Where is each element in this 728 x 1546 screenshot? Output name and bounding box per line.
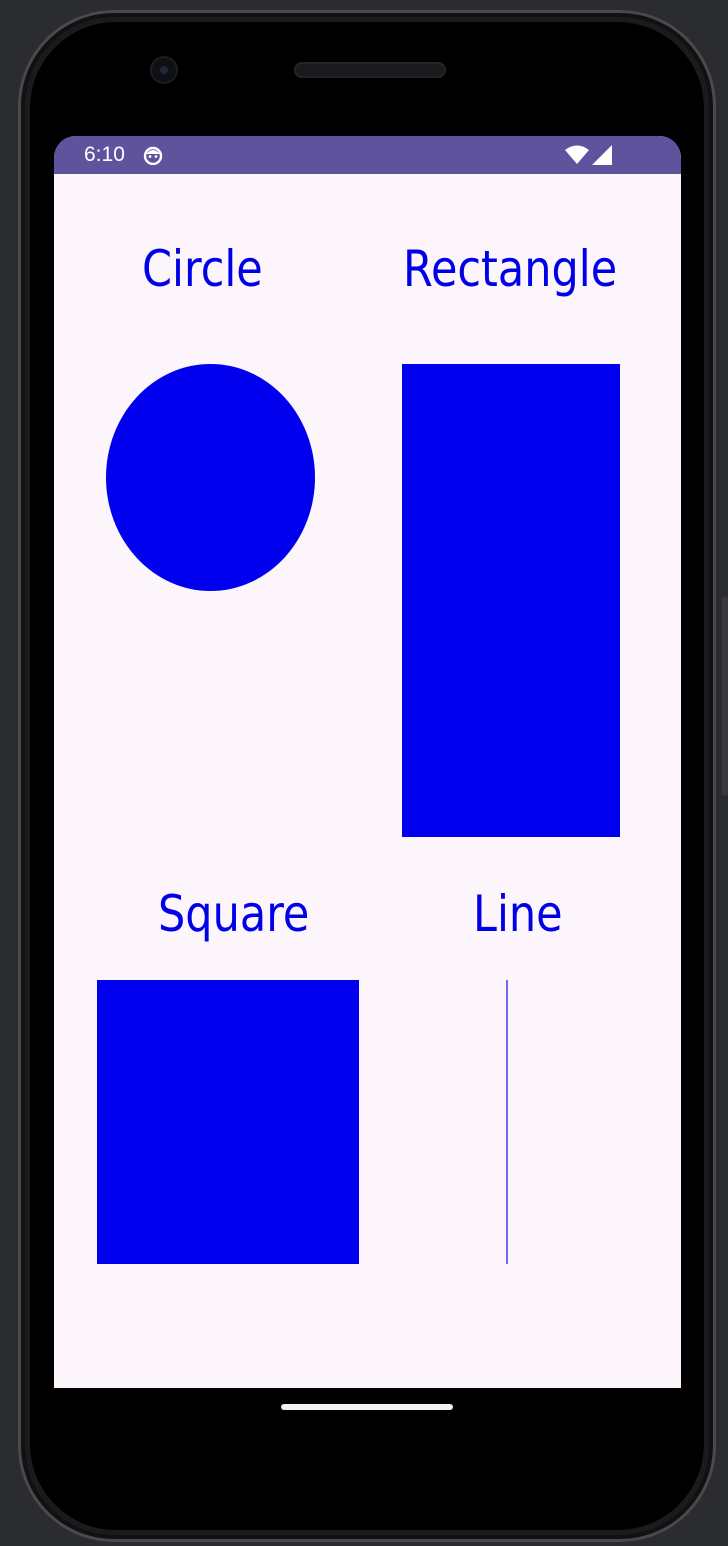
emulator-stage: 6:10 Circle Rectangle Square Line xyxy=(0,0,728,1546)
line-label: Line xyxy=(473,885,563,943)
circle-shape xyxy=(106,364,315,591)
wifi-icon xyxy=(564,145,590,165)
power-button[interactable] xyxy=(722,596,728,796)
navigation-bar xyxy=(54,1388,681,1438)
home-gesture-handle[interactable] xyxy=(281,1404,453,1410)
circle-label: Circle xyxy=(142,240,263,298)
app-screen: 6:10 Circle Rectangle Square Line xyxy=(54,136,681,1388)
front-camera xyxy=(152,58,176,82)
cell-signal-icon xyxy=(591,144,613,166)
rectangle-label: Rectangle xyxy=(403,240,618,298)
status-bar: 6:10 xyxy=(54,136,681,174)
android-app-icon xyxy=(143,145,163,166)
status-time: 6:10 xyxy=(84,143,125,166)
square-label: Square xyxy=(158,885,310,943)
square-shape xyxy=(97,980,359,1264)
rectangle-shape xyxy=(402,364,620,837)
line-shape xyxy=(506,980,508,1264)
earpiece-speaker xyxy=(294,62,446,78)
